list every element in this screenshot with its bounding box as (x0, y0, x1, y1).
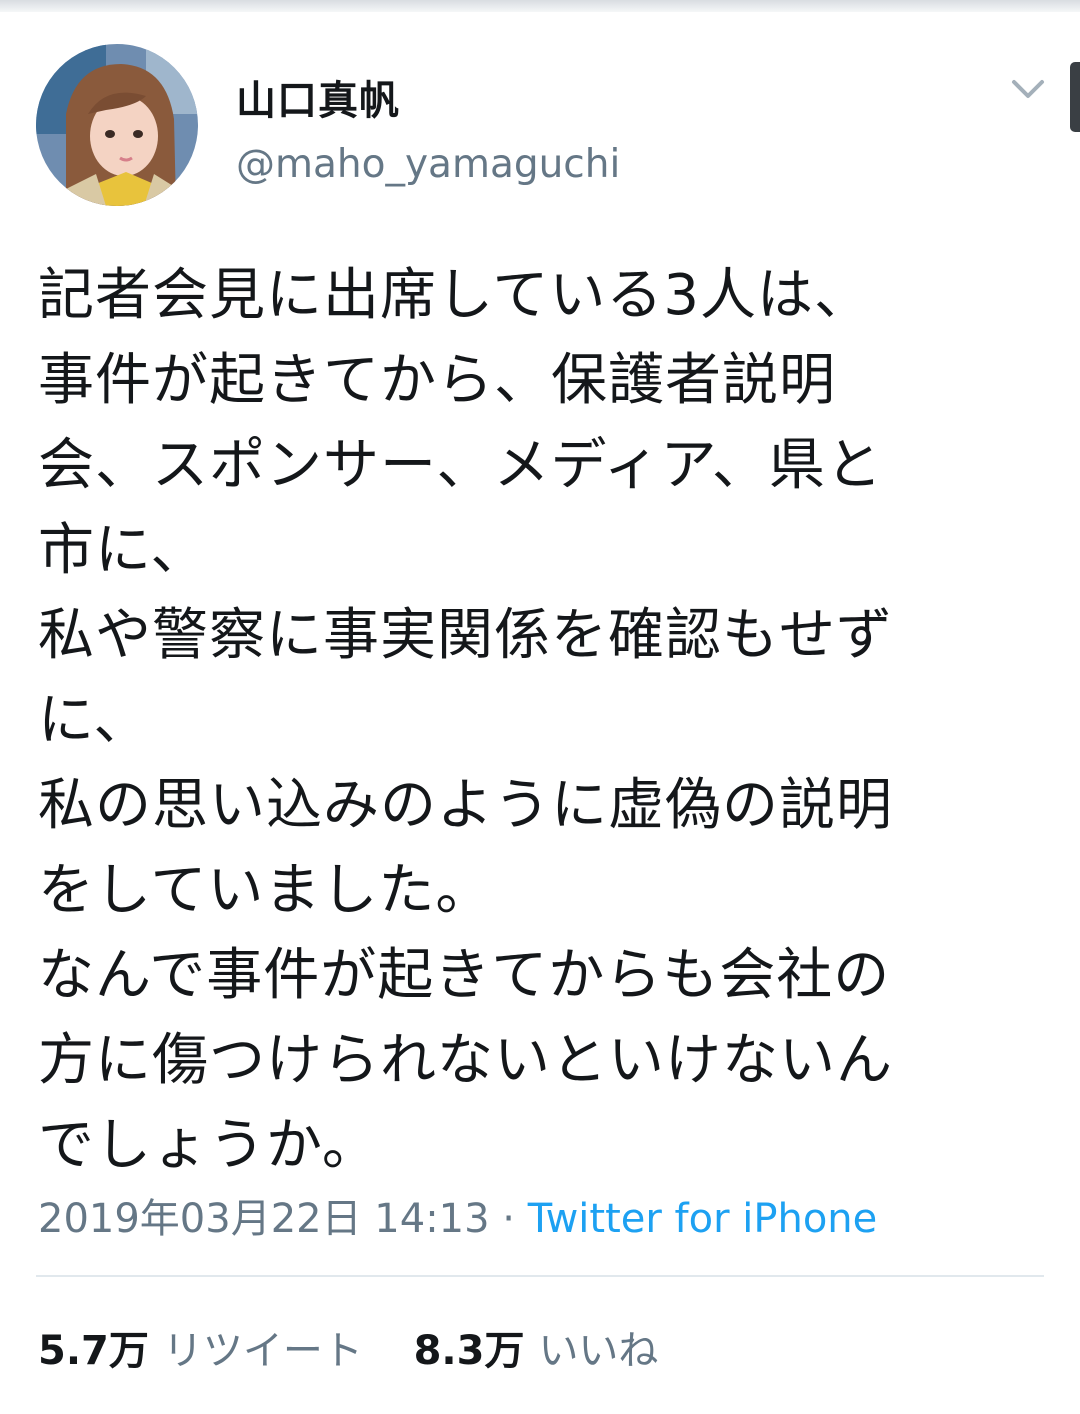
tweet-line: 事件が起きてから、保護者説明 (38, 348, 836, 413)
scrollbar[interactable] (1070, 62, 1080, 132)
tweet-line: 方に傷つけられないといけないん (38, 1028, 893, 1093)
tweet-line: 私の思い込みのように虚偽の説明 (38, 773, 893, 838)
tweet-line: でしょうか。 (38, 1113, 379, 1178)
likes-label: いいね (538, 1328, 659, 1374)
tweet-line: 私や警察に事実関係を確認もせず (38, 603, 893, 668)
tweet-line: をしていました。 (38, 858, 493, 923)
tweet-source-link[interactable]: Twitter for iPhone (528, 1196, 878, 1242)
retweets-count: 5.7万 (38, 1328, 149, 1374)
divider (36, 1275, 1044, 1277)
chevron-down-icon[interactable] (1008, 72, 1048, 104)
tweet-stats: 5.7万 リツイート 8.3万 いいね (38, 1318, 658, 1376)
likes-count: 8.3万 (413, 1328, 525, 1374)
retweets-label: リツイート (162, 1328, 363, 1374)
avatar[interactable] (36, 44, 198, 206)
avatar-image (36, 44, 198, 206)
tweet-meta: 2019年03月22日 14:13 · Twitter for iPhone (38, 1186, 877, 1244)
tweet-line: 市に、 (38, 518, 208, 583)
tweet-line: 会、スポンサー、メディア、県と (38, 433, 883, 498)
tweet-line: 記者会見に出席している3人は、 (38, 263, 871, 328)
user-handle[interactable]: @maho_yamaguchi (236, 142, 620, 187)
retweets-stat[interactable]: 5.7万 リツイート (38, 1328, 363, 1374)
tweet-text: 記者会見に出席している3人は、 事件が起きてから、保護者説明 会、スポンサー、メ… (38, 253, 1048, 1188)
meta-separator: · (489, 1196, 528, 1242)
tweet-line: なんで事件が起きてからも会社の (38, 943, 891, 1008)
display-name[interactable]: 山口真帆 (236, 68, 400, 126)
tweet-line: に、 (38, 688, 151, 753)
top-edge (0, 0, 1080, 12)
likes-stat[interactable]: 8.3万 いいね (414, 1328, 659, 1374)
tweet-timestamp[interactable]: 2019年03月22日 14:13 (38, 1196, 490, 1242)
